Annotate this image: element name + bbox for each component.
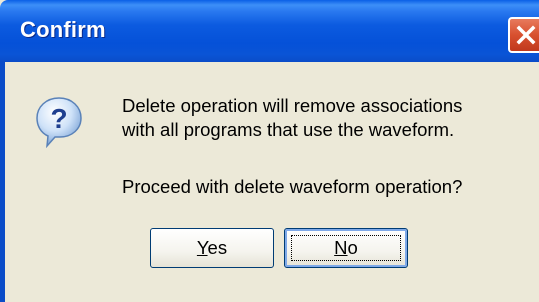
window-border [0,62,5,302]
no-label-rest: o [347,237,358,258]
yes-accelerator: Y [196,237,208,258]
yes-button-label: Yes [197,237,227,259]
message-line: Delete operation will remove association… [122,95,463,116]
prompt-text: Proceed with delete waveform operation? [122,176,463,197]
svg-text:?: ? [50,103,67,134]
close-button[interactable] [508,17,539,53]
no-button[interactable]: No [284,228,408,268]
yes-button[interactable]: Yes [150,228,274,268]
no-button-label: No [334,237,358,259]
yes-label-rest: es [207,237,228,258]
no-accelerator: N [334,237,348,258]
message-line: with all programs that use the waveform. [122,119,455,140]
title-bar[interactable]: Confirm [0,0,539,62]
question-icon: ? [36,97,82,148]
close-icon [516,25,536,45]
message-text: Delete operation will remove association… [122,94,462,142]
window-title: Confirm [20,17,106,42]
confirm-dialog: Confirm ? Delete operation will remove a… [0,0,539,302]
